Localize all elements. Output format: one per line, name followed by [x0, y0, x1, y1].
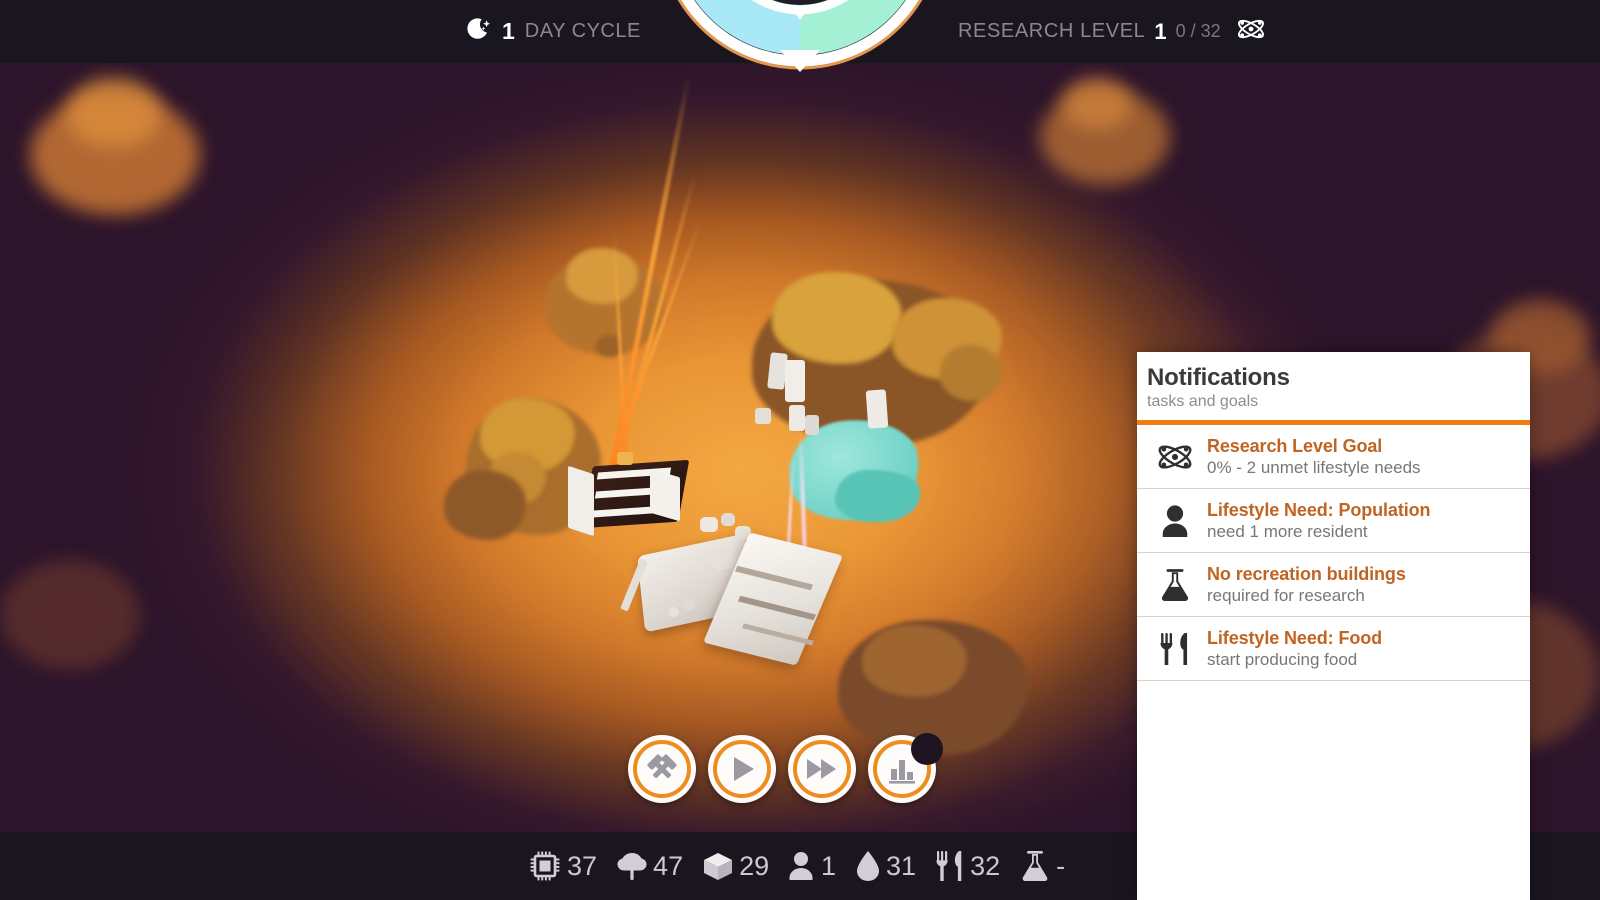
- notification-item-research-goal[interactable]: Research Level Goal 0% - 2 unmet lifesty…: [1137, 425, 1530, 489]
- person-icon: [786, 850, 816, 882]
- notification-item-food[interactable]: Lifestyle Need: Food start producing foo…: [1137, 617, 1530, 681]
- research-level-value: 1: [1154, 18, 1167, 44]
- fork-knife-icon: [1154, 630, 1196, 668]
- stone-pillar: [805, 415, 819, 435]
- resource-water[interactable]: 31: [855, 850, 916, 882]
- resource-electronics[interactable]: 37: [528, 849, 597, 883]
- stone-pillar: [755, 408, 771, 424]
- crate-icon: [702, 850, 734, 882]
- factory-side-wall: [568, 465, 594, 537]
- resource-value: 29: [739, 850, 770, 881]
- pond-shallow: [835, 470, 920, 522]
- notifications-panel[interactable]: Notifications tasks and goals Research L…: [1137, 352, 1530, 900]
- day-clock-dial[interactable]: 0x 2 pm: [655, 0, 945, 72]
- person-icon: [1154, 503, 1196, 539]
- factory-side-wall: [650, 468, 680, 522]
- day-cycle-value: 1: [502, 18, 515, 44]
- notifications-title: Notifications: [1147, 364, 1290, 391]
- tree-icon: [616, 850, 648, 882]
- notification-item-recreation[interactable]: No recreation buildings required for res…: [1137, 553, 1530, 617]
- resource-wood[interactable]: 47: [616, 850, 683, 882]
- fast-forward-button[interactable]: [788, 735, 856, 803]
- resource-value: 31: [886, 850, 917, 881]
- research-progress-value: 0 / 32: [1175, 21, 1221, 41]
- tree-cluster: [772, 272, 902, 364]
- atom-icon: [1154, 438, 1196, 476]
- atom-icon: [1236, 14, 1266, 49]
- play-button[interactable]: [708, 735, 776, 803]
- tree-cluster: [0, 560, 140, 670]
- day-cycle-indicator[interactable]: 1 DAY CYCLE: [466, 0, 641, 63]
- notification-title: Research Level Goal: [1207, 435, 1383, 456]
- notification-subtitle: required for research: [1207, 585, 1365, 605]
- moon-stars-icon: [466, 16, 492, 47]
- notification-subtitle: need 1 more resident: [1207, 521, 1368, 541]
- notification-title: Lifestyle Need: Food: [1207, 627, 1383, 648]
- research-level-label: RESEARCH LEVEL: [958, 20, 1146, 42]
- tree-cluster: [1062, 78, 1132, 130]
- flask-icon: [1019, 849, 1051, 883]
- mouse-cursor: [911, 733, 943, 765]
- microchip-icon: [528, 849, 562, 883]
- tree-cluster: [940, 345, 1002, 401]
- tree-cluster: [566, 248, 638, 304]
- rock: [668, 607, 679, 617]
- notification-item-population[interactable]: Lifestyle Need: Population need 1 more r…: [1137, 489, 1530, 553]
- game-controls: [628, 735, 936, 803]
- factory-vent: [617, 452, 633, 465]
- flask-icon: [1154, 566, 1196, 604]
- notification-title: Lifestyle Need: Population: [1207, 499, 1431, 520]
- fork-knife-icon: [935, 849, 965, 883]
- resource-goods[interactable]: 29: [702, 850, 769, 882]
- resource-value: 1: [821, 850, 837, 881]
- day-cycle-label: DAY CYCLE: [524, 20, 641, 42]
- water-drop-icon: [855, 850, 881, 882]
- resource-food[interactable]: 32: [935, 849, 1000, 883]
- resource-research[interactable]: -: [1019, 849, 1065, 883]
- fast-forward-icon: [807, 759, 836, 779]
- stone-pillar: [789, 405, 805, 431]
- rock: [721, 513, 735, 526]
- notifications-subtitle: tasks and goals: [1147, 393, 1259, 410]
- stone-pillar: [785, 360, 805, 402]
- resource-group-lifestyle: 1 31 32 -: [786, 849, 1084, 883]
- resource-value: 32: [970, 850, 1001, 881]
- notification-subtitle: start producing food: [1207, 649, 1358, 669]
- notification-title: No recreation buildings: [1207, 563, 1406, 584]
- tree-cluster: [66, 78, 161, 148]
- hammers-icon: [647, 754, 677, 779]
- tree-cluster: [444, 470, 526, 540]
- research-level-indicator[interactable]: RESEARCH LEVEL 1 0 / 32: [958, 0, 1266, 63]
- notification-subtitle: 0% - 2 unmet lifestyle needs: [1207, 457, 1421, 477]
- play-icon: [734, 757, 754, 781]
- build-button[interactable]: [628, 735, 696, 803]
- resource-value: 37: [567, 850, 598, 881]
- resource-group-materials: 37 47 29: [528, 849, 788, 883]
- rock: [683, 599, 695, 610]
- rock: [700, 517, 718, 532]
- resource-value: -: [1056, 850, 1066, 881]
- resource-value: 47: [653, 850, 684, 881]
- notifications-header: Notifications tasks and goals: [1137, 352, 1530, 420]
- resource-population[interactable]: 1: [786, 850, 836, 882]
- stone-pillar: [865, 389, 889, 429]
- tree-cluster: [862, 625, 967, 697]
